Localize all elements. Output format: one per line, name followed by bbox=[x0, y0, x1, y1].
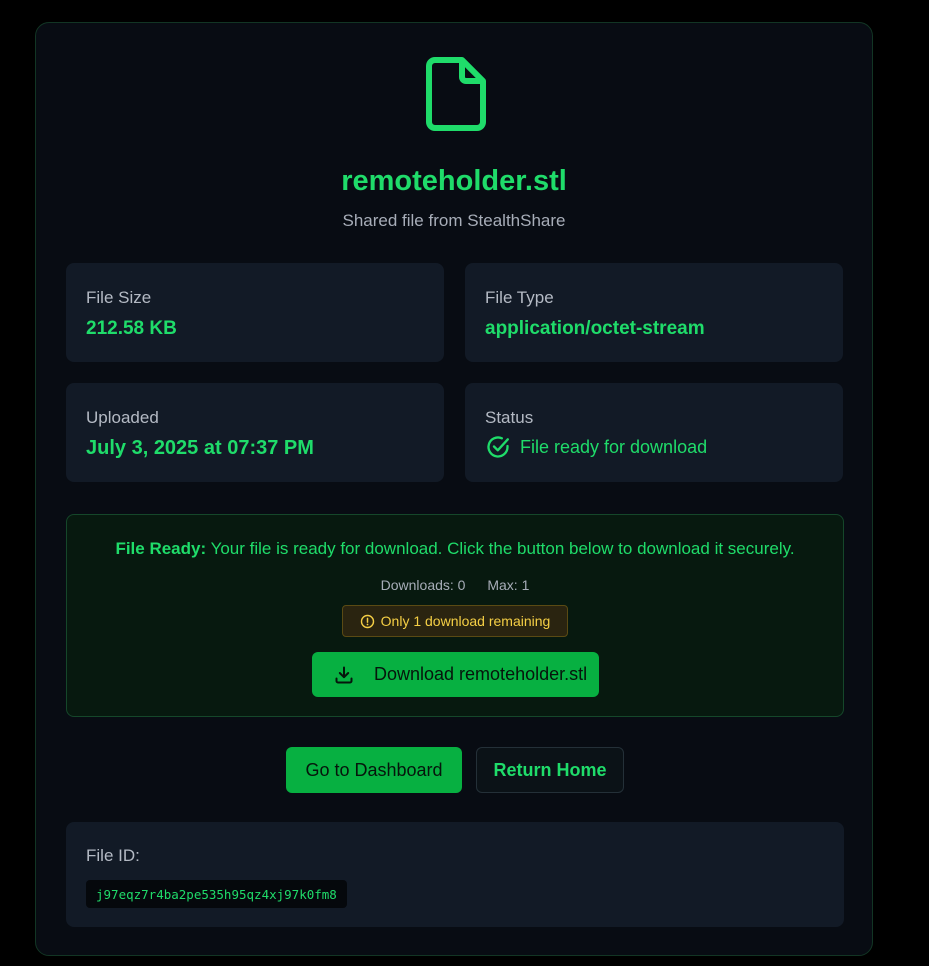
alert-circle-icon bbox=[360, 614, 374, 628]
remaining-downloads-text: Only 1 download remaining bbox=[380, 613, 551, 629]
uploaded-label: Uploaded bbox=[86, 408, 159, 427]
check-circle-icon bbox=[487, 436, 509, 458]
file-id-box: File ID: j97eqz7r4ba2pe535h95qz4xj97k0fm… bbox=[66, 822, 844, 927]
download-file-button[interactable]: Download remoteholder.stl bbox=[312, 652, 599, 697]
file-ready-panel: File Ready: Your file is ready for downl… bbox=[66, 514, 844, 717]
shared-file-card: remoteholder.stl Shared file from Stealt… bbox=[35, 22, 873, 956]
download-counts: Downloads: 0 Max: 1 bbox=[67, 577, 843, 593]
max-downloads: Max: 1 bbox=[487, 577, 530, 593]
file-ready-text: Your file is ready for download. Click t… bbox=[210, 539, 795, 558]
uploaded-value: July 3, 2025 at 07:37 PM bbox=[86, 437, 314, 459]
file-type-value: application/octet-stream bbox=[485, 318, 705, 339]
go-to-dashboard-button[interactable]: Go to Dashboard bbox=[286, 747, 462, 793]
downloads-count: Downloads: 0 bbox=[380, 577, 466, 593]
file-size-value: 212.58 KB bbox=[86, 318, 177, 339]
file-name-title: remoteholder.stl bbox=[341, 165, 567, 197]
return-home-button[interactable]: Return Home bbox=[476, 747, 624, 793]
file-ready-message: File Ready: Your file is ready for downl… bbox=[67, 539, 843, 559]
status-label: Status bbox=[485, 408, 534, 427]
remaining-downloads-badge: Only 1 download remaining bbox=[342, 605, 568, 637]
download-button-label: Download remoteholder.stl bbox=[374, 664, 588, 684]
download-icon bbox=[334, 665, 354, 685]
file-size-label: File Size bbox=[86, 288, 152, 307]
status-tile: Status File ready for download bbox=[465, 383, 843, 482]
file-icon bbox=[426, 57, 486, 131]
status-value: File ready for download bbox=[520, 436, 708, 457]
file-id-label: File ID: bbox=[86, 846, 140, 865]
file-size-tile: File Size 212.58 KB bbox=[66, 263, 444, 362]
file-type-tile: File Type application/octet-stream bbox=[465, 263, 843, 362]
file-subtitle: Shared file from StealthShare bbox=[342, 211, 566, 230]
status-line: File ready for download bbox=[485, 434, 707, 460]
file-type-label: File Type bbox=[485, 288, 554, 307]
file-ready-heading: File Ready: bbox=[115, 539, 207, 558]
file-id-value: j97eqz7r4ba2pe535h95qz4xj97k0fm8 bbox=[86, 880, 347, 908]
uploaded-tile: Uploaded July 3, 2025 at 07:37 PM bbox=[66, 383, 444, 482]
